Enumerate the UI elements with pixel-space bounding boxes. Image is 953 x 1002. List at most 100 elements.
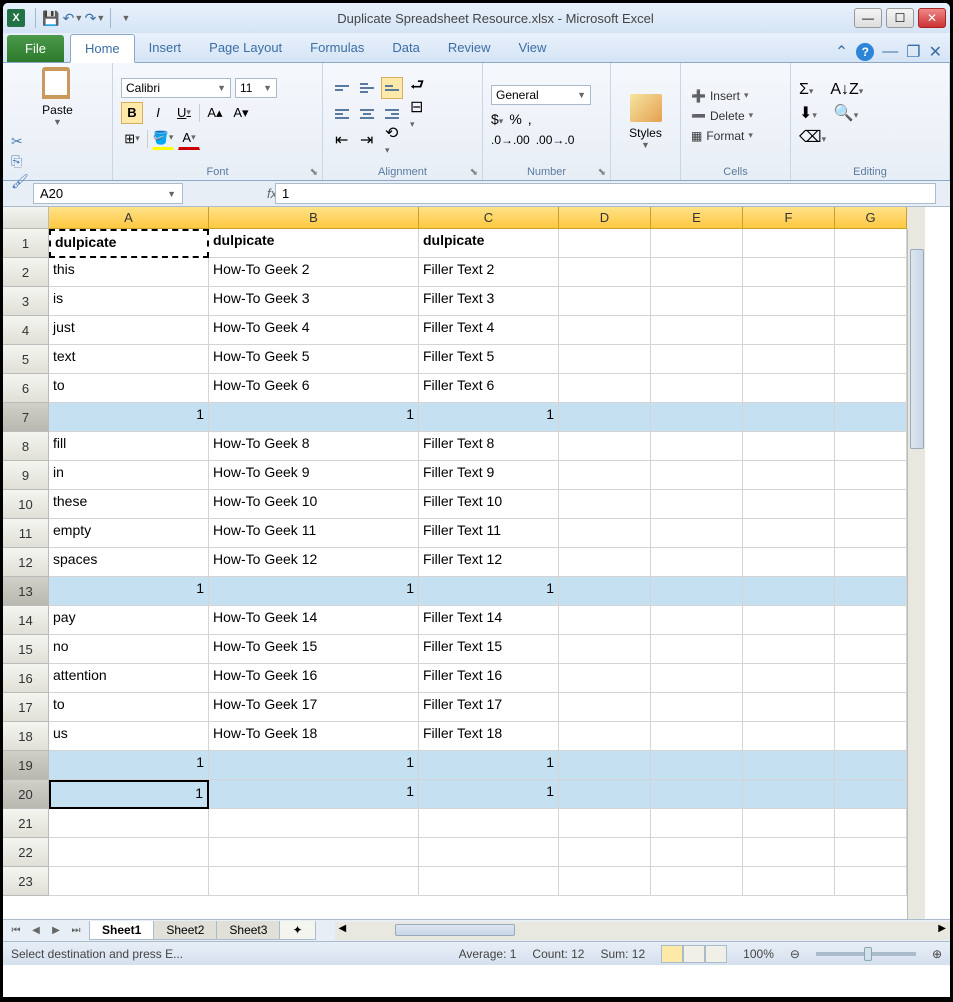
cell-F16[interactable] (743, 664, 835, 693)
tab-formulas[interactable]: Formulas (296, 34, 378, 62)
cell-B10[interactable]: How-To Geek 10 (209, 490, 419, 519)
align-bottom-icon[interactable] (381, 77, 403, 99)
tab-page-layout[interactable]: Page Layout (195, 34, 296, 62)
tab-review[interactable]: Review (434, 34, 505, 62)
cell-E8[interactable] (651, 432, 743, 461)
name-box[interactable]: A20▼ (33, 183, 183, 204)
align-middle-icon[interactable] (356, 77, 378, 99)
cell-B14[interactable]: How-To Geek 14 (209, 606, 419, 635)
cell-E23[interactable] (651, 867, 743, 896)
cell-G5[interactable] (835, 345, 907, 374)
tab-data[interactable]: Data (378, 34, 433, 62)
cell-F13[interactable] (743, 577, 835, 606)
align-center-icon[interactable] (356, 103, 378, 125)
column-header-E[interactable]: E (651, 207, 743, 229)
cell-G6[interactable] (835, 374, 907, 403)
number-format-combo[interactable]: General▼ (491, 85, 591, 105)
grow-font-icon[interactable]: A▴ (204, 102, 226, 124)
row-header-15[interactable]: 15 (3, 635, 49, 664)
cell-C22[interactable] (419, 838, 559, 867)
format-button[interactable]: ▦Format ▾ (689, 126, 782, 146)
cell-C17[interactable]: Filler Text 17 (419, 693, 559, 722)
cell-B12[interactable]: How-To Geek 12 (209, 548, 419, 577)
cell-B3[interactable]: How-To Geek 3 (209, 287, 419, 316)
cell-F1[interactable] (743, 229, 835, 258)
cell-B11[interactable]: How-To Geek 11 (209, 519, 419, 548)
cell-E15[interactable] (651, 635, 743, 664)
cell-A3[interactable]: is (49, 287, 209, 316)
row-header-13[interactable]: 13 (3, 577, 49, 606)
cell-B8[interactable]: How-To Geek 8 (209, 432, 419, 461)
currency-icon[interactable]: $▾ (491, 111, 503, 127)
cell-C1[interactable]: dulpicate (419, 229, 559, 258)
cell-G20[interactable] (835, 780, 907, 809)
cell-E3[interactable] (651, 287, 743, 316)
cell-G14[interactable] (835, 606, 907, 635)
row-header-7[interactable]: 7 (3, 403, 49, 432)
row-header-16[interactable]: 16 (3, 664, 49, 693)
fx-icon[interactable]: fx (187, 186, 267, 201)
cell-A15[interactable]: no (49, 635, 209, 664)
percent-icon[interactable]: % (509, 111, 521, 127)
zoom-in-icon[interactable]: ⊕ (932, 947, 942, 961)
row-header-14[interactable]: 14 (3, 606, 49, 635)
cell-D3[interactable] (559, 287, 651, 316)
row-header-12[interactable]: 12 (3, 548, 49, 577)
insert-button[interactable]: ➕Insert ▾ (689, 86, 782, 106)
cell-C18[interactable]: Filler Text 18 (419, 722, 559, 751)
cell-A17[interactable]: to (49, 693, 209, 722)
cell-D14[interactable] (559, 606, 651, 635)
close-button[interactable]: ✕ (918, 8, 946, 28)
cell-A4[interactable]: just (49, 316, 209, 345)
cell-C16[interactable]: Filler Text 16 (419, 664, 559, 693)
align-right-icon[interactable] (381, 103, 403, 125)
doc-minimize-icon[interactable]: — (882, 43, 898, 61)
row-header-9[interactable]: 9 (3, 461, 49, 490)
row-header-1[interactable]: 1 (3, 229, 49, 258)
cell-A18[interactable]: us (49, 722, 209, 751)
qat-customize-icon[interactable]: ▼ (115, 7, 137, 29)
cell-C19[interactable]: 1 (419, 751, 559, 780)
cell-D8[interactable] (559, 432, 651, 461)
cell-B21[interactable] (209, 809, 419, 838)
increase-indent-icon[interactable]: ⇥ (356, 129, 378, 151)
cell-F18[interactable] (743, 722, 835, 751)
cell-G1[interactable] (835, 229, 907, 258)
cell-F5[interactable] (743, 345, 835, 374)
cell-B7[interactable]: 1 (209, 403, 419, 432)
cell-F3[interactable] (743, 287, 835, 316)
cell-G18[interactable] (835, 722, 907, 751)
cell-E11[interactable] (651, 519, 743, 548)
maximize-button[interactable]: ☐ (886, 8, 914, 28)
sheet-nav-first-icon[interactable]: ⏮ (7, 923, 25, 939)
cell-D19[interactable] (559, 751, 651, 780)
find-select-icon[interactable]: 🔍▾ (834, 103, 858, 123)
cell-D20[interactable] (559, 780, 651, 809)
cell-A14[interactable]: pay (49, 606, 209, 635)
column-header-B[interactable]: B (209, 207, 419, 229)
page-layout-view-icon[interactable] (683, 945, 705, 963)
cell-E2[interactable] (651, 258, 743, 287)
cell-G3[interactable] (835, 287, 907, 316)
cell-F7[interactable] (743, 403, 835, 432)
decrease-decimal-icon[interactable]: .00→.0 (536, 133, 575, 147)
cell-G7[interactable] (835, 403, 907, 432)
cell-E6[interactable] (651, 374, 743, 403)
merge-center-icon[interactable]: ⊟▾ (406, 103, 428, 125)
clear-icon[interactable]: ⌫▾ (799, 127, 826, 147)
cell-A23[interactable] (49, 867, 209, 896)
row-header-11[interactable]: 11 (3, 519, 49, 548)
cell-F15[interactable] (743, 635, 835, 664)
cell-C3[interactable]: Filler Text 3 (419, 287, 559, 316)
row-header-19[interactable]: 19 (3, 751, 49, 780)
cell-A22[interactable] (49, 838, 209, 867)
cell-B15[interactable]: How-To Geek 15 (209, 635, 419, 664)
cell-B5[interactable]: How-To Geek 5 (209, 345, 419, 374)
cell-F14[interactable] (743, 606, 835, 635)
underline-button[interactable]: U▾ (173, 102, 195, 124)
cell-B4[interactable]: How-To Geek 4 (209, 316, 419, 345)
cell-E20[interactable] (651, 780, 743, 809)
cell-A9[interactable]: in (49, 461, 209, 490)
cell-C14[interactable]: Filler Text 14 (419, 606, 559, 635)
column-header-A[interactable]: A (49, 207, 209, 229)
